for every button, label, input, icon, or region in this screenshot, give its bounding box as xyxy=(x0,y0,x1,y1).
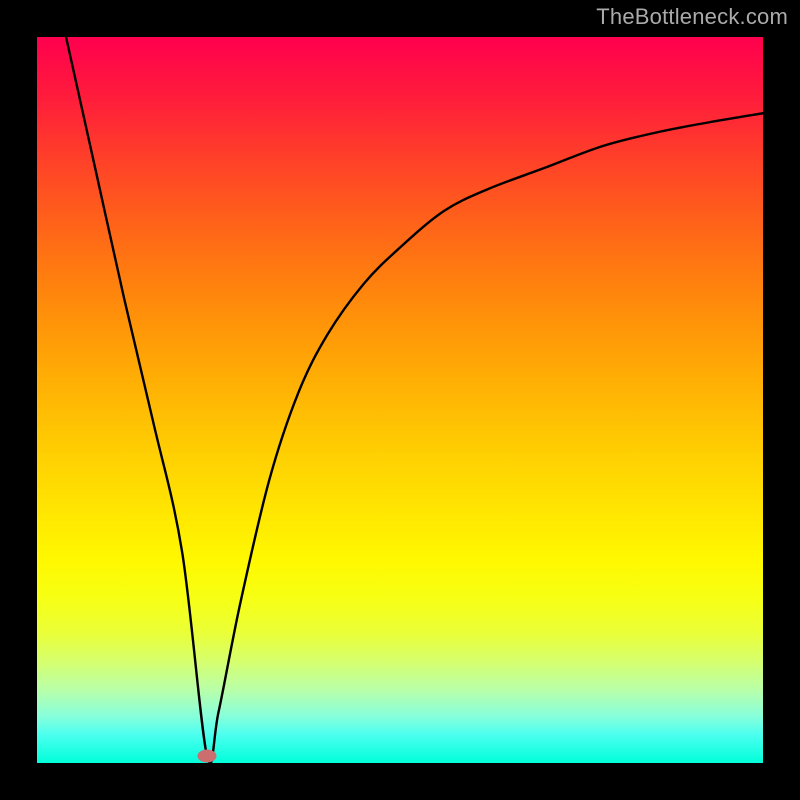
bottleneck-curve xyxy=(66,37,763,764)
plot-area xyxy=(37,37,763,763)
curve-svg xyxy=(37,37,763,763)
watermark: TheBottleneck.com xyxy=(596,4,788,30)
chart-frame: TheBottleneck.com xyxy=(0,0,800,800)
min-point-marker xyxy=(197,749,216,762)
